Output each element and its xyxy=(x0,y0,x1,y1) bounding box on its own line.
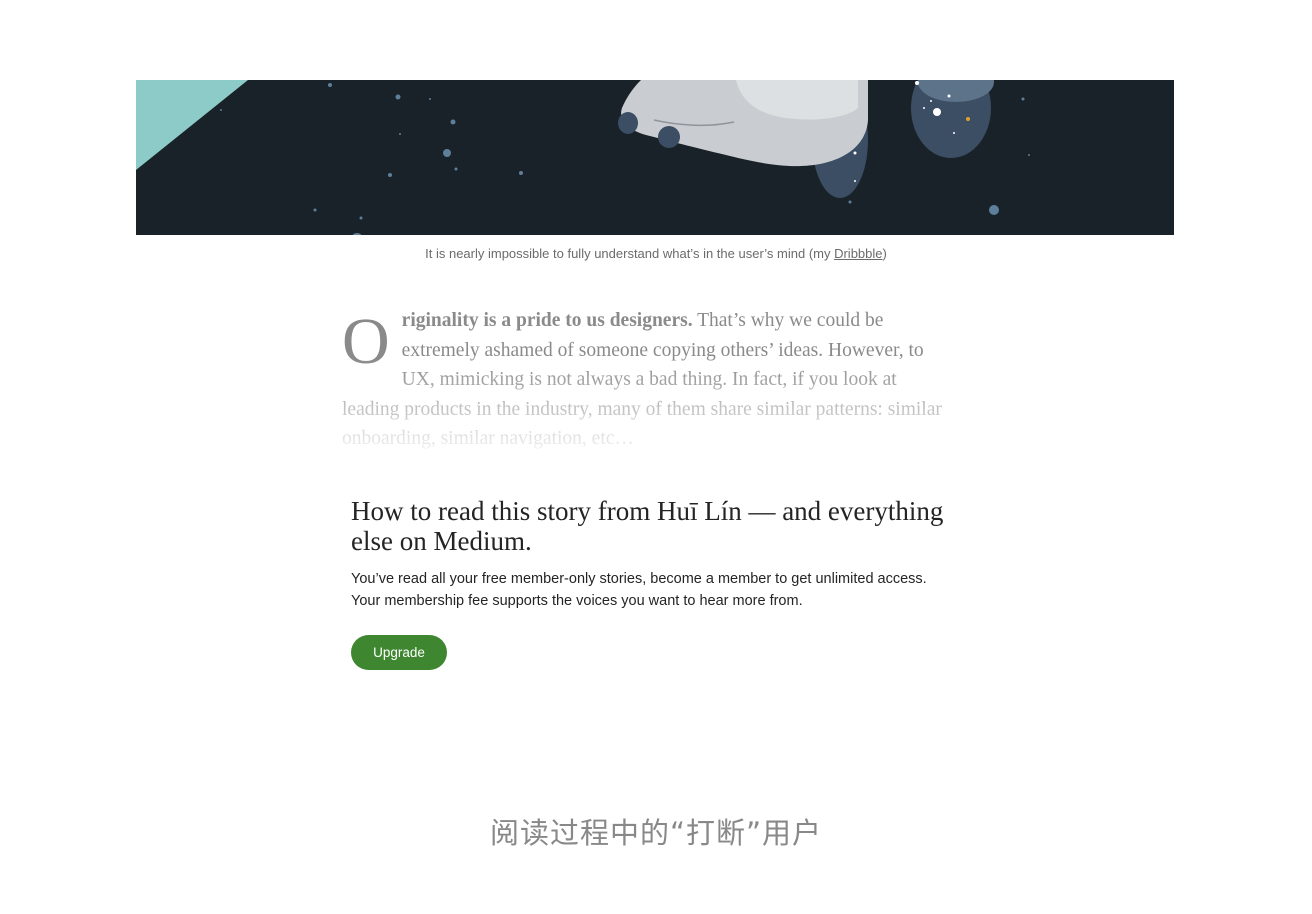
paywall-line-1: You’ve read all your free member-only st… xyxy=(351,571,927,587)
image-caption: It is nearly impossible to fully underst… xyxy=(0,246,1312,262)
drop-cap: O xyxy=(342,306,390,378)
paywall-card: How to read this story from Huī Lín — an… xyxy=(351,496,951,612)
paywall-line-2: Your membership fee supports the voices … xyxy=(351,593,803,609)
paywall-title: How to read this story from Huī Lín — an… xyxy=(351,496,944,556)
hero-illustration xyxy=(136,80,1174,235)
dribbble-link[interactable]: Dribbble xyxy=(834,246,882,261)
caption-text: It is nearly impossible to fully underst… xyxy=(425,246,835,261)
article-preview: Originality is a pride to us designers. … xyxy=(342,306,950,454)
chinese-caption: 阅读过程中的“打断”用户 xyxy=(489,816,823,850)
paywall-description: You’ve read all your free member-only st… xyxy=(351,568,951,612)
space-hand-illustration xyxy=(136,80,1174,235)
upgrade-button[interactable]: Upgrade xyxy=(351,635,447,670)
lead-sentence: riginality is a pride to us designers. xyxy=(401,310,693,331)
caption-end: ) xyxy=(882,246,887,261)
